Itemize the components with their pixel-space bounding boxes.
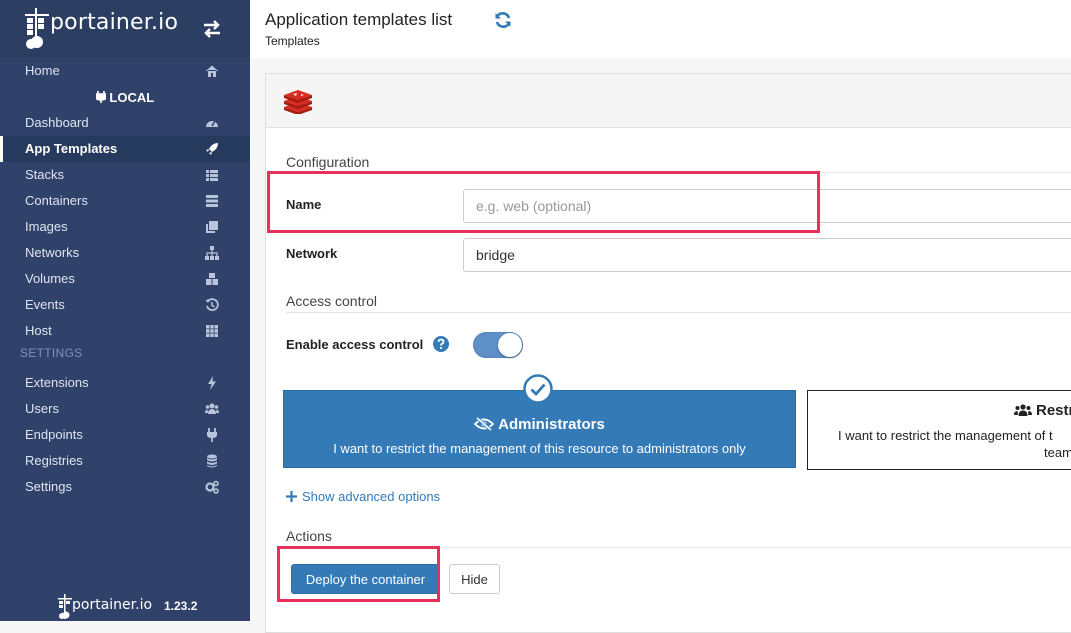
endpoint-label: LOCAL — [0, 86, 250, 110]
cubes-icon — [206, 273, 218, 285]
administrators-option-label: Administrators — [498, 416, 605, 433]
sidebar-item-label: Users — [25, 401, 59, 416]
sidebar-item-label: Registries — [25, 453, 83, 468]
network-select[interactable]: bridge — [463, 238, 1071, 272]
restricted-option-desc: I want to restrict the management of t t… — [838, 427, 1071, 461]
show-advanced-options-label: Show advanced options — [302, 489, 441, 504]
network-selected-value: bridge — [476, 247, 515, 263]
template-form-panel: Configuration Name Network bridge Access… — [265, 73, 1071, 633]
portainer-footer-logo-icon — [58, 594, 72, 619]
sidebar-item-label: Networks — [25, 245, 80, 260]
plug-icon — [94, 91, 107, 103]
sidebar-item-dashboard[interactable]: Dashboard — [0, 110, 250, 136]
clone-icon — [206, 221, 218, 233]
footer-brand: portainer.io — [72, 597, 153, 613]
sidebar-item-label: Home — [25, 63, 60, 78]
th-icon — [206, 325, 218, 337]
divider — [286, 172, 1071, 173]
divider — [286, 312, 1071, 313]
sidebar-item-containers[interactable]: Containers — [0, 188, 250, 214]
exchange-icon[interactable] — [202, 20, 222, 38]
administrators-option-desc: I want to restrict the management of thi… — [333, 441, 746, 456]
sidebar-item-volumes[interactable]: Volumes — [0, 266, 250, 292]
question-circle-icon[interactable] — [433, 336, 449, 352]
sidebar-item-users[interactable]: Users — [0, 396, 250, 422]
sidebar-item-label: Endpoints — [25, 427, 83, 442]
sidebar-item-registries[interactable]: Registries — [0, 448, 250, 474]
template-panel-header — [266, 74, 1071, 128]
sidebar-item-stacks[interactable]: Stacks — [0, 162, 250, 188]
sidebar-item-label: App Templates — [25, 141, 118, 156]
sidebar-item-settings[interactable]: Settings — [0, 474, 250, 500]
rocket-icon — [206, 143, 218, 155]
sidebar: portainer.io Home LOCAL Dashboard App Te… — [0, 0, 250, 621]
sidebar-item-host[interactable]: Host — [0, 318, 250, 344]
sidebar-item-images[interactable]: Images — [0, 214, 250, 240]
settings-section-header: SETTINGS — [20, 346, 83, 360]
sidebar-item-label: Settings — [25, 479, 72, 494]
hide-button[interactable]: Hide — [449, 564, 500, 594]
refresh-icon[interactable] — [494, 11, 512, 29]
sidebar-item-label: Host — [25, 323, 52, 338]
database-icon — [207, 454, 217, 468]
restricted-option[interactable]: Restri I want to restrict the management… — [807, 390, 1071, 470]
actions-section-title: Actions — [286, 528, 332, 544]
server-icon — [206, 195, 218, 207]
restricted-option-label: Restri — [1036, 402, 1071, 419]
sidebar-item-endpoints[interactable]: Endpoints — [0, 422, 250, 448]
page-header: Application templates list Templates — [250, 0, 1071, 58]
users-icon — [205, 403, 219, 414]
sidebar-item-label: Events — [25, 297, 65, 312]
deploy-container-button[interactable]: Deploy the container — [291, 564, 440, 594]
portainer-logo-icon[interactable] — [24, 6, 50, 50]
plug-icon — [207, 428, 217, 442]
sidebar-item-app-templates[interactable]: App Templates — [0, 136, 250, 162]
access-control-toggle[interactable] — [473, 332, 523, 358]
restricted-option-title: Restri — [1014, 402, 1071, 419]
th-list-icon — [206, 170, 218, 181]
page-title: Application templates list — [265, 10, 453, 29]
redis-logo-icon — [284, 90, 312, 114]
eye-slash-icon — [473, 416, 495, 432]
plus-icon — [286, 491, 297, 502]
bolt-icon — [208, 376, 216, 390]
sidebar-item-label: Dashboard — [25, 115, 89, 130]
sidebar-item-label: Images — [25, 219, 68, 234]
divider — [286, 547, 1071, 548]
users-icon — [1014, 404, 1032, 416]
show-advanced-options-link[interactable]: Show advanced options — [286, 489, 440, 504]
check-circle-icon — [523, 374, 553, 404]
administrators-option-title: Administrators — [284, 416, 795, 433]
restricted-option-desc-line-1: I want to restrict the management of t — [838, 428, 1053, 443]
sidebar-item-home[interactable]: Home — [0, 58, 250, 84]
home-icon — [206, 65, 218, 77]
sidebar-item-events[interactable]: Events — [0, 292, 250, 318]
footer-version: 1.23.2 — [164, 599, 198, 613]
sidebar-item-extensions[interactable]: Extensions — [0, 370, 250, 396]
network-label: Network — [286, 246, 338, 261]
endpoint-name: LOCAL — [109, 90, 155, 105]
access-control-section-title: Access control — [286, 293, 378, 309]
history-icon — [205, 298, 219, 312]
sidebar-item-label: Volumes — [25, 271, 75, 286]
name-label: Name — [286, 197, 322, 212]
sidebar-item-networks[interactable]: Networks — [0, 240, 250, 266]
enable-access-control-label: Enable access control — [286, 337, 424, 352]
sidebar-item-label: Containers — [25, 193, 88, 208]
cogs-icon — [205, 480, 219, 494]
brand-bar: portainer.io — [0, 0, 250, 58]
sitemap-icon — [205, 246, 219, 260]
tachometer-icon — [206, 120, 218, 127]
name-input[interactable] — [463, 189, 1071, 223]
brand-name[interactable]: portainer.io — [50, 10, 178, 35]
breadcrumb: Templates — [265, 34, 320, 48]
sidebar-item-label: Stacks — [25, 167, 65, 182]
restricted-option-desc-line-2: team — [1044, 445, 1071, 460]
configuration-section-title: Configuration — [286, 154, 370, 170]
sidebar-item-label: Extensions — [25, 375, 89, 390]
toggle-knob — [498, 333, 522, 357]
